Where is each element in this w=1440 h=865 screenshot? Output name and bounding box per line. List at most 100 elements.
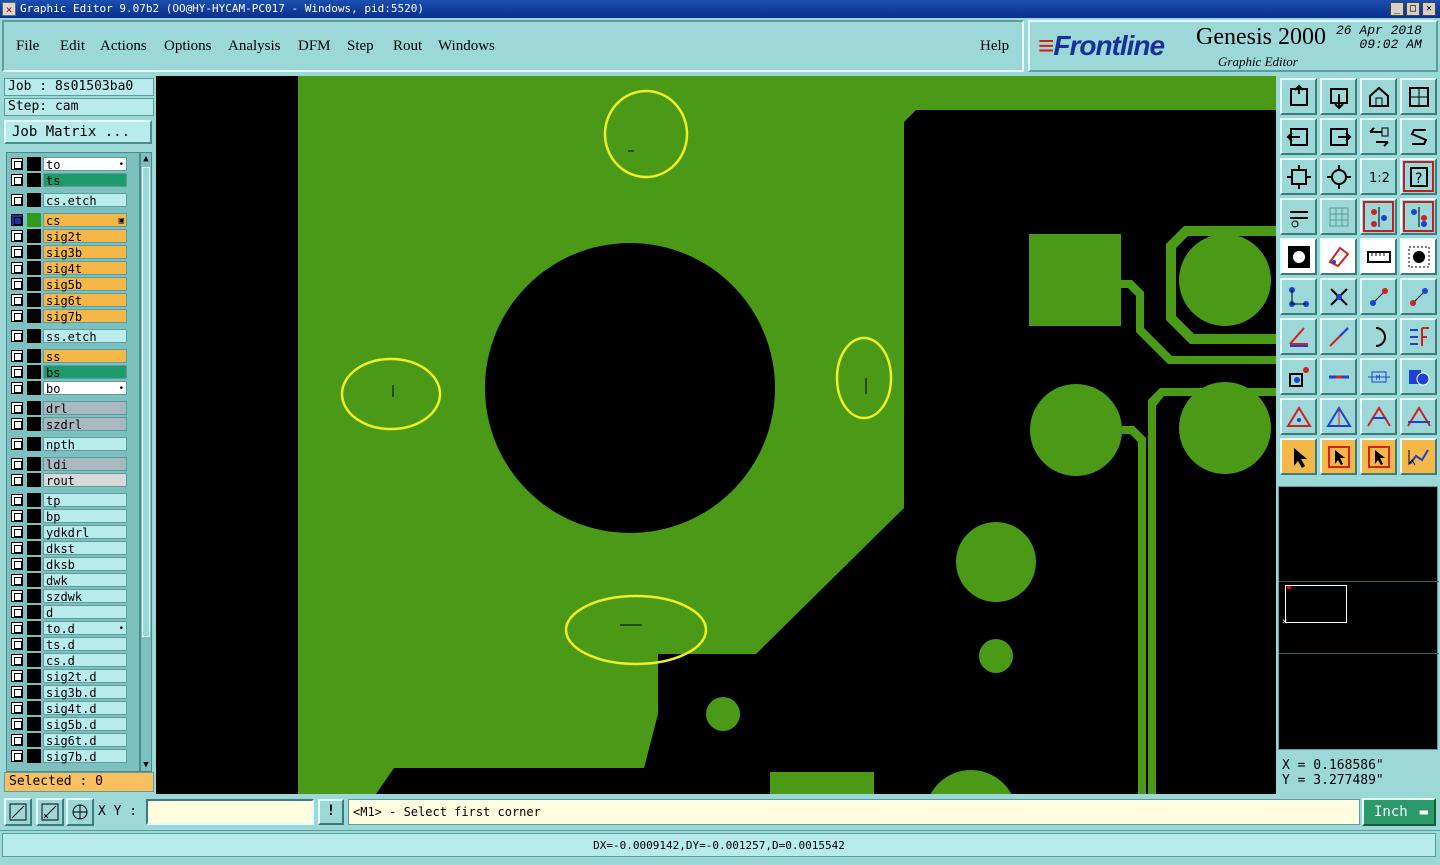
layer-row-bo[interactable]: bo • <box>9 381 139 396</box>
layer-color-swatch[interactable] <box>27 365 41 379</box>
graphic-canvas[interactable] <box>156 76 1276 794</box>
layer-name[interactable]: bp <box>43 509 127 524</box>
layer-checkbox[interactable] <box>11 590 23 602</box>
layer-row-tp[interactable]: tp <box>9 493 139 508</box>
layer-name[interactable]: sig3b <box>43 245 127 260</box>
layer-color-swatch[interactable] <box>27 245 41 259</box>
layer-color-swatch[interactable] <box>27 473 41 487</box>
layer-row-npth[interactable]: npth <box>9 437 139 452</box>
layer-row-sig2t-d[interactable]: sig2t.d <box>9 669 139 684</box>
layer-name[interactable]: ts.d <box>43 637 127 652</box>
layer-checkbox[interactable] <box>11 402 23 414</box>
menu-rout[interactable]: Rout <box>393 38 422 55</box>
layer-color-swatch[interactable] <box>27 669 41 683</box>
layer-row-sig4t-d[interactable]: sig4t.d <box>9 701 139 716</box>
layer-color-swatch[interactable] <box>27 701 41 715</box>
layer-row-d[interactable]: d <box>9 605 139 620</box>
layer-row-ldi[interactable]: ldi <box>9 457 139 472</box>
move-node-icon[interactable] <box>1280 278 1317 315</box>
layer-row-ss-etch[interactable]: ss.etch <box>9 329 139 344</box>
layer-color-swatch[interactable] <box>27 213 41 227</box>
grid-snap-icon[interactable] <box>66 798 94 826</box>
net-alt-icon[interactable] <box>1400 198 1437 235</box>
pad-add-icon[interactable] <box>1280 358 1317 395</box>
layer-color-swatch[interactable] <box>27 457 41 471</box>
scale-1-2-icon[interactable]: 1:2 <box>1360 158 1397 195</box>
trim-line-icon[interactable] <box>1320 358 1357 395</box>
layer-checkbox[interactable] <box>11 350 23 362</box>
layer-row-ts[interactable]: ts <box>9 173 139 188</box>
zoom-area-icon[interactable] <box>4 798 32 826</box>
layer-row-cs[interactable]: cs ▣ <box>9 213 139 228</box>
layer-name[interactable]: sig2t <box>43 229 127 244</box>
layer-checkbox[interactable] <box>11 526 23 538</box>
layer-color-swatch[interactable] <box>27 525 41 539</box>
layer-color-swatch[interactable] <box>27 749 41 763</box>
layer-name[interactable]: drl <box>43 401 127 416</box>
layer-name[interactable]: tp <box>43 493 127 508</box>
layer-color-swatch[interactable] <box>27 541 41 555</box>
layer-checkbox[interactable] <box>11 214 23 226</box>
layer-row-to-d[interactable]: to.d • <box>9 621 139 636</box>
overview-panel[interactable]: ✕ <box>1278 486 1439 750</box>
contour-edit-icon[interactable] <box>1360 398 1397 435</box>
layer-checkbox[interactable] <box>11 262 23 274</box>
layer-row-sig3b[interactable]: sig3b <box>9 245 139 260</box>
layer-checkbox[interactable] <box>11 670 23 682</box>
arc-icon[interactable] <box>1360 318 1397 355</box>
layer-checkbox[interactable] <box>11 622 23 634</box>
layer-checkbox[interactable] <box>11 654 23 666</box>
line-draw-icon[interactable] <box>1320 318 1357 355</box>
layer-name[interactable]: sig3b.d <box>43 685 127 700</box>
unit-select[interactable]: Inch ▬ <box>1362 798 1436 826</box>
layer-color-swatch[interactable] <box>27 717 41 731</box>
maximize-button[interactable]: □ <box>1406 2 1420 16</box>
layer-checkbox[interactable] <box>11 494 23 506</box>
split-view-icon[interactable] <box>1400 78 1437 115</box>
layer-checkbox[interactable] <box>11 558 23 570</box>
layer-row-sig6t-d[interactable]: sig6t.d <box>9 733 139 748</box>
menu-dfm[interactable]: DFM <box>298 38 331 55</box>
layer-checkbox[interactable] <box>11 750 23 762</box>
layer-row-cs-etch[interactable]: cs.etch <box>9 193 139 208</box>
select-icon[interactable] <box>1280 438 1317 475</box>
layer-checkbox[interactable] <box>11 158 23 170</box>
menu-actions[interactable]: Actions <box>100 38 147 55</box>
layer-name[interactable]: sig5b <box>43 277 127 292</box>
layer-color-swatch[interactable] <box>27 637 41 651</box>
layer-row-ts-d[interactable]: ts.d <box>9 637 139 652</box>
layer-name[interactable]: cs.etch <box>43 193 127 208</box>
menu-edit[interactable]: Edit <box>60 38 85 55</box>
layer-row-ydkdrl[interactable]: ydkdrl <box>9 525 139 540</box>
layer-color-swatch[interactable] <box>27 509 41 523</box>
scroll-thumb[interactable] <box>142 167 150 637</box>
layer-color-swatch[interactable] <box>27 229 41 243</box>
layer-color-swatch[interactable] <box>27 557 41 571</box>
layer-name[interactable]: dwk <box>43 573 127 588</box>
layer-checkbox[interactable] <box>11 174 23 186</box>
zoom-home-icon[interactable] <box>1280 78 1317 115</box>
layer-row-szdrl[interactable]: szdrl <box>9 417 139 432</box>
measure-icon[interactable] <box>36 798 64 826</box>
line-node-icon[interactable] <box>1360 278 1397 315</box>
layer-row-sig4t[interactable]: sig4t <box>9 261 139 276</box>
layer-color-swatch[interactable] <box>27 653 41 667</box>
layer-checkbox[interactable] <box>11 418 23 430</box>
layer-row-dkst[interactable]: dkst <box>9 541 139 556</box>
layer-name[interactable]: ldi <box>43 457 127 472</box>
layer-name[interactable]: cs ▣ <box>43 213 127 228</box>
layer-row-dwk[interactable]: dwk <box>9 573 139 588</box>
layer-checkbox[interactable] <box>11 246 23 258</box>
layer-color-swatch[interactable] <box>27 621 41 635</box>
layer-name[interactable]: bs <box>43 365 127 380</box>
menu-options[interactable]: Options <box>164 38 212 55</box>
layer-name[interactable]: sig7b <box>43 309 127 324</box>
layer-color-swatch[interactable] <box>27 261 41 275</box>
select-area-icon[interactable] <box>1360 438 1397 475</box>
angle-icon[interactable] <box>1280 318 1317 355</box>
layer-name[interactable]: to.d • <box>43 621 127 636</box>
menu-file[interactable]: File <box>16 38 39 55</box>
layer-color-swatch[interactable] <box>27 381 41 395</box>
layer-checkbox[interactable] <box>11 638 23 650</box>
layer-color-swatch[interactable] <box>27 589 41 603</box>
